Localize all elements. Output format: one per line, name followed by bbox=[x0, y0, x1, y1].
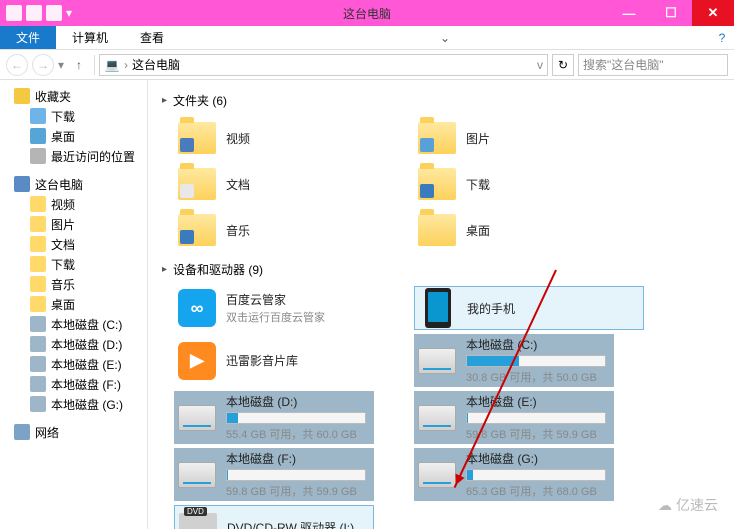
nav-downloads[interactable]: 下载 bbox=[0, 106, 147, 126]
folder-pictures[interactable]: 图片 bbox=[414, 117, 614, 159]
navigation-pane: 收藏夹 下载 桌面 最近访问的位置 这台电脑 视频 图片 文档 下载 音乐 桌面… bbox=[0, 80, 148, 529]
desktop-icon bbox=[30, 128, 46, 144]
drive-f[interactable]: 本地磁盘 (F:)59.8 GB 可用，共 59.9 GB bbox=[174, 448, 374, 501]
drive-icon bbox=[30, 376, 46, 392]
search-input[interactable]: 搜索"这台电脑" bbox=[578, 54, 728, 76]
tab-view[interactable]: 查看 bbox=[124, 26, 180, 49]
download-icon bbox=[30, 108, 46, 124]
drive-icon bbox=[30, 356, 46, 372]
computer-icon bbox=[14, 176, 30, 192]
nav-drive-f[interactable]: 本地磁盘 (F:) bbox=[0, 374, 147, 394]
separator bbox=[94, 55, 95, 75]
tab-file[interactable]: 文件 bbox=[0, 26, 56, 49]
folder-documents[interactable]: 文档 bbox=[174, 163, 374, 205]
dvd-icon bbox=[179, 513, 217, 529]
maximize-button[interactable]: ☐ bbox=[650, 0, 692, 26]
app-baidu[interactable]: ∞百度云管家双击运行百度云管家 bbox=[174, 286, 374, 330]
section-folders-title: 文件夹 (6) bbox=[173, 92, 227, 109]
cloud-icon: ☁ bbox=[658, 497, 672, 514]
section-devices-title: 设备和驱动器 (9) bbox=[173, 261, 263, 278]
tab-computer[interactable]: 计算机 bbox=[56, 26, 124, 49]
refresh-button[interactable]: ↻ bbox=[552, 54, 574, 76]
close-button[interactable]: ✕ bbox=[692, 0, 734, 26]
qat-icon-1[interactable] bbox=[26, 5, 42, 21]
content-pane: ▸ 文件夹 (6) 视频 图片 文档 下载 音乐 桌面 ▸ 设备和驱动器 (9)… bbox=[148, 80, 734, 529]
back-button[interactable]: ← bbox=[6, 54, 28, 76]
folder-icon bbox=[30, 276, 46, 292]
forward-button[interactable]: → bbox=[32, 54, 54, 76]
nav-desktop2[interactable]: 桌面 bbox=[0, 294, 147, 314]
search-placeholder: 搜索"这台电脑" bbox=[583, 56, 664, 73]
drive-optical[interactable]: DVD/CD-RW 驱动器 (I:) bbox=[174, 505, 374, 529]
up-button[interactable]: ↑ bbox=[68, 54, 90, 76]
nav-desktop[interactable]: 桌面 bbox=[0, 126, 147, 146]
nav-music[interactable]: 音乐 bbox=[0, 274, 147, 294]
recent-locations-dropdown[interactable]: ▾ bbox=[58, 58, 64, 72]
chevron-right-icon: ▸ bbox=[162, 264, 167, 275]
help-button[interactable]: ? bbox=[710, 26, 734, 49]
drive-icon bbox=[30, 336, 46, 352]
phone-icon bbox=[425, 288, 451, 328]
minimize-button[interactable]: — bbox=[608, 0, 650, 26]
drive-g[interactable]: 本地磁盘 (G:)65.3 GB 可用，共 68.0 GB bbox=[414, 448, 614, 501]
star-icon bbox=[14, 88, 30, 104]
nav-videos[interactable]: 视频 bbox=[0, 194, 147, 214]
folder-videos[interactable]: 视频 bbox=[174, 117, 374, 159]
address-bar[interactable]: 💻 › 这台电脑 v bbox=[99, 54, 548, 76]
drive-icon bbox=[418, 348, 456, 374]
app-xunlei[interactable]: ▶迅雷影音片库 bbox=[174, 334, 374, 387]
chevron-right-icon: ▸ bbox=[162, 95, 167, 106]
computer-icon: 💻 bbox=[104, 57, 120, 73]
drive-e[interactable]: 本地磁盘 (E:)59.8 GB 可用，共 59.9 GB bbox=[414, 391, 614, 444]
recent-icon bbox=[30, 148, 46, 164]
drive-icon bbox=[30, 396, 46, 412]
section-folders-header[interactable]: ▸ 文件夹 (6) bbox=[162, 92, 720, 109]
breadcrumb-chev[interactable]: › bbox=[124, 58, 128, 72]
nav-drive-e[interactable]: 本地磁盘 (E:) bbox=[0, 354, 147, 374]
nav-drive-c[interactable]: 本地磁盘 (C:) bbox=[0, 314, 147, 334]
ribbon-tabs: 文件 计算机 查看 ⌄ ? bbox=[0, 26, 734, 50]
nav-pictures[interactable]: 图片 bbox=[0, 214, 147, 234]
window-titlebar: ▾ 这台电脑 — ☐ ✕ bbox=[0, 0, 734, 26]
nav-documents[interactable]: 文档 bbox=[0, 234, 147, 254]
drive-icon bbox=[418, 405, 456, 431]
folder-icon bbox=[30, 296, 46, 312]
qat-overflow[interactable]: ▾ bbox=[66, 6, 72, 20]
section-devices-header[interactable]: ▸ 设备和驱动器 (9) bbox=[162, 261, 720, 278]
window-title: 这台电脑 bbox=[343, 5, 391, 22]
nav-drive-g[interactable]: 本地磁盘 (G:) bbox=[0, 394, 147, 414]
address-dropdown[interactable]: v bbox=[537, 58, 543, 72]
folder-icon bbox=[30, 256, 46, 272]
nav-network[interactable]: 网络 bbox=[0, 422, 147, 442]
nav-downloads2[interactable]: 下载 bbox=[0, 254, 147, 274]
folder-icon bbox=[30, 236, 46, 252]
ribbon-expand-button[interactable]: ⌄ bbox=[433, 26, 457, 49]
nav-this-pc[interactable]: 这台电脑 bbox=[0, 174, 147, 194]
address-toolbar: ← → ▾ ↑ 💻 › 这台电脑 v ↻ 搜索"这台电脑" bbox=[0, 50, 734, 80]
folder-music[interactable]: 音乐 bbox=[174, 209, 374, 251]
xunlei-icon: ▶ bbox=[178, 342, 216, 380]
folder-desktop[interactable]: 桌面 bbox=[414, 209, 614, 251]
baidu-icon: ∞ bbox=[178, 289, 216, 327]
watermark: ☁ 亿速云 bbox=[658, 495, 718, 515]
breadcrumb-location[interactable]: 这台电脑 bbox=[132, 56, 180, 73]
folder-icon bbox=[30, 216, 46, 232]
drive-icon bbox=[30, 316, 46, 332]
drive-icon bbox=[178, 405, 216, 431]
folder-icon bbox=[30, 196, 46, 212]
nav-drive-d[interactable]: 本地磁盘 (D:) bbox=[0, 334, 147, 354]
nav-recent[interactable]: 最近访问的位置 bbox=[0, 146, 147, 166]
drive-d[interactable]: 本地磁盘 (D:)55.4 GB 可用，共 60.0 GB bbox=[174, 391, 374, 444]
app-icon bbox=[6, 5, 22, 21]
network-icon bbox=[14, 424, 30, 440]
nav-favorites[interactable]: 收藏夹 bbox=[0, 86, 147, 106]
drive-icon bbox=[178, 462, 216, 488]
qat-icon-2[interactable] bbox=[46, 5, 62, 21]
folder-downloads[interactable]: 下载 bbox=[414, 163, 614, 205]
